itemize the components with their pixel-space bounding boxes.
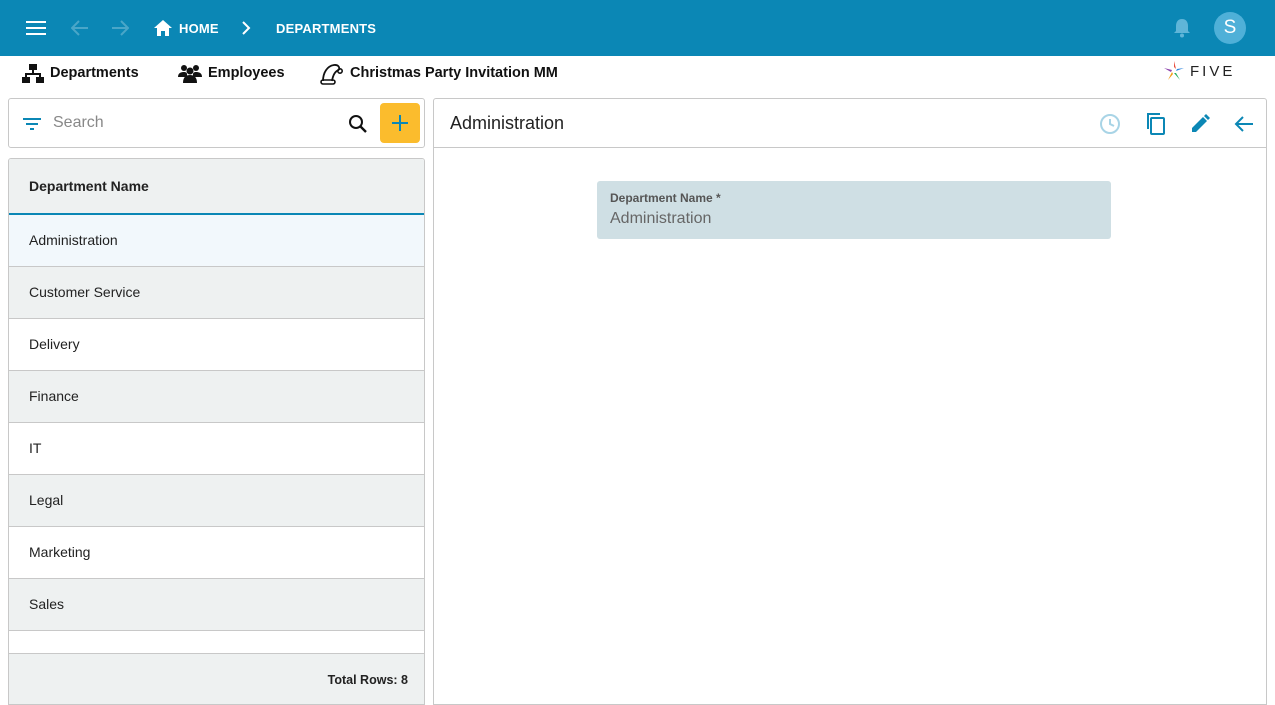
hamburger-menu-icon[interactable] — [24, 16, 48, 40]
menu-departments-label: Departments — [50, 65, 139, 81]
back-nav-icon[interactable] — [68, 16, 92, 40]
list-item[interactable]: Marketing — [9, 527, 424, 579]
sitemap-icon — [22, 64, 44, 83]
menu-employees[interactable]: Employees — [178, 60, 285, 86]
edit-icon[interactable] — [1187, 111, 1213, 137]
search-bar — [8, 98, 425, 148]
list-item[interactable]: Legal — [9, 475, 424, 527]
add-record-button[interactable] — [380, 103, 420, 143]
search-input[interactable] — [53, 112, 333, 134]
breadcrumb-home[interactable]: HOME — [179, 21, 219, 36]
breadcrumb-departments[interactable]: DEPARTMENTS — [276, 21, 376, 36]
bell-icon[interactable] — [1170, 16, 1194, 40]
history-icon[interactable] — [1097, 111, 1123, 137]
menu-christmas-party[interactable]: Christmas Party Invitation MM — [320, 60, 558, 86]
list-item-label: Legal — [29, 492, 64, 508]
detail-title: Administration — [450, 113, 565, 133]
detail-header: Administration — [434, 99, 1266, 148]
plus-icon — [392, 115, 408, 131]
department-list: Department Name Administration Customer … — [8, 158, 425, 705]
list-item-label: IT — [29, 440, 42, 456]
filter-icon[interactable] — [21, 113, 43, 135]
total-rows-label: Total Rows: 8 — [327, 673, 408, 687]
menu-departments[interactable]: Departments — [22, 60, 139, 86]
back-arrow-icon[interactable] — [1231, 111, 1257, 137]
app-bar: HOME DEPARTMENTS S — [0, 0, 1275, 56]
menu-christmas-label: Christmas Party Invitation MM — [350, 65, 558, 81]
chevron-right-icon — [234, 16, 258, 40]
list-item-label: Administration — [29, 232, 118, 248]
list-footer: Total Rows: 8 — [9, 653, 424, 704]
five-logo: FIVE — [1162, 58, 1235, 84]
list-item[interactable]: Customer Service — [9, 267, 424, 319]
search-icon[interactable] — [346, 112, 370, 136]
list-item[interactable]: Administration — [9, 215, 424, 267]
list-item[interactable]: Sales — [9, 579, 424, 631]
users-icon — [178, 65, 202, 83]
forward-nav-icon[interactable] — [108, 16, 132, 40]
list-column-header[interactable]: Department Name — [9, 159, 424, 215]
detail-panel: Administration Department Name * Adminis… — [433, 98, 1267, 705]
list-item-label: Marketing — [29, 544, 91, 560]
user-avatar[interactable]: S — [1214, 12, 1246, 44]
home-icon[interactable] — [151, 16, 175, 40]
list-item-label: Delivery — [29, 336, 80, 352]
list-item[interactable]: Delivery — [9, 319, 424, 371]
list-item-label: Finance — [29, 388, 79, 404]
list-item-label: Sales — [29, 596, 65, 612]
department-name-field-label: Department Name * — [610, 191, 721, 205]
santa-hat-icon — [320, 64, 343, 85]
five-logo-icon — [1164, 61, 1184, 80]
list-item-label: Customer Service — [29, 284, 141, 300]
department-name-field[interactable]: Department Name * Administration — [597, 181, 1111, 239]
column-header-department-name: Department Name — [29, 178, 149, 194]
list-item[interactable]: IT — [9, 423, 424, 475]
five-logo-text: FIVE — [1190, 62, 1236, 80]
list-item[interactable]: Finance — [9, 371, 424, 423]
menu-employees-label: Employees — [208, 65, 285, 81]
department-name-field-value: Administration — [610, 210, 712, 227]
copy-icon[interactable] — [1143, 111, 1169, 137]
